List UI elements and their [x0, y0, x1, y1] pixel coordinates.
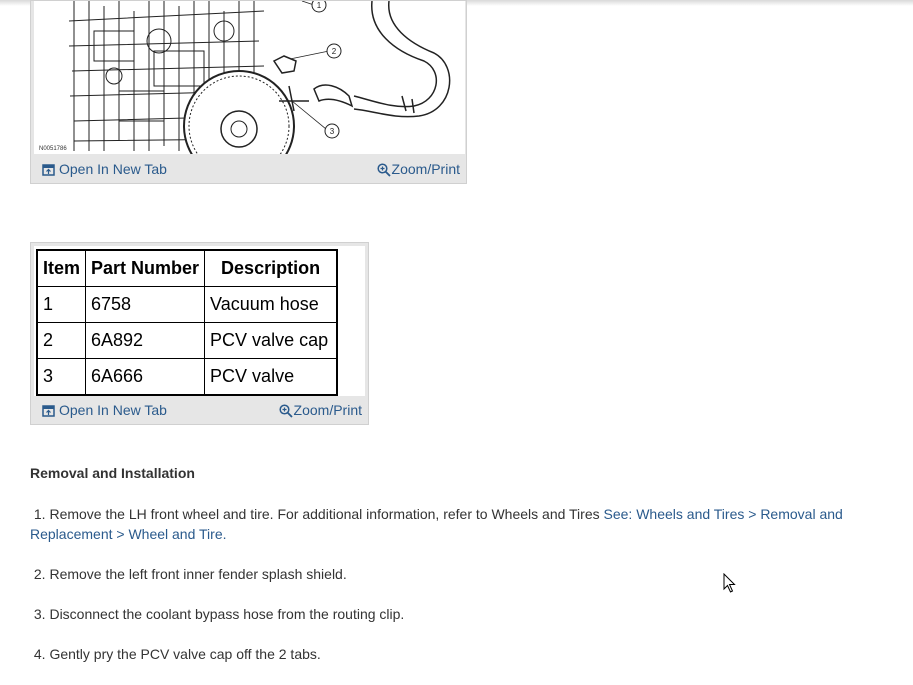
table-zoom-label: Zoom/Print — [293, 402, 362, 418]
cell-description: PCV valve cap — [204, 322, 338, 359]
cell-part-number: 6758 — [85, 286, 206, 323]
figure-open-new-tab-link[interactable]: Open In New Tab — [42, 161, 167, 177]
header-item: Item — [36, 249, 87, 287]
header-part-number: Part Number — [85, 249, 206, 287]
table-open-label: Open In New Tab — [59, 402, 167, 418]
step-3: 3. Disconnect the coolant bypass hose fr… — [30, 604, 870, 624]
engine-diagram[interactable]: 1 2 3 N0051786 — [34, 1, 465, 154]
figure-code: N0051786 — [39, 146, 67, 152]
step-4-text: 4. Gently pry the PCV valve cap off the … — [33, 646, 321, 662]
parts-table-panel: Item Part Number Description 1 6758 Vacu… — [30, 242, 369, 425]
table-zoom-link[interactable]: Zoom/Print — [278, 402, 362, 418]
step-1-link-period: . — [222, 526, 227, 542]
table-row: 3 6A666 PCV valve — [36, 358, 338, 396]
open-new-tab-icon — [42, 405, 55, 418]
figure-zoom-label: Zoom/Print — [391, 161, 460, 177]
table-row: 2 6A892 PCV valve cap — [36, 322, 338, 359]
step-3-text: 3. Disconnect the coolant bypass hose fr… — [33, 606, 405, 622]
table-open-new-tab-link[interactable]: Open In New Tab — [42, 402, 167, 418]
section-heading: Removal and Installation — [30, 465, 195, 481]
cell-part-number: 6A666 — [85, 358, 206, 396]
zoom-icon — [278, 404, 293, 418]
callout-1: 1 — [317, 1, 322, 10]
parts-table: Item Part Number Description 1 6758 Vacu… — [36, 249, 339, 396]
header-description: Description — [204, 249, 338, 287]
callout-2: 2 — [332, 47, 337, 56]
step-4: 4. Gently pry the PCV valve cap off the … — [30, 644, 870, 664]
cell-item: 3 — [36, 358, 87, 396]
figure-open-label: Open In New Tab — [59, 161, 167, 177]
step-1: 1. Remove the LH front wheel and tire. F… — [30, 504, 870, 544]
cell-item: 2 — [36, 322, 87, 359]
figure-toolbar: Open In New Tab Zoom/Print — [31, 155, 466, 183]
table-toolbar: Open In New Tab Zoom/Print — [31, 396, 368, 424]
figure-panel: 1 2 3 N0051786 Open In New Tab Zoom/Prin… — [30, 0, 467, 184]
zoom-icon — [376, 163, 391, 177]
open-new-tab-icon — [42, 164, 55, 177]
figure-zoom-link[interactable]: Zoom/Print — [376, 161, 460, 177]
engine-illustration: 1 2 3 — [68, 1, 451, 154]
parts-table-area: Item Part Number Description 1 6758 Vacu… — [34, 246, 365, 396]
step-1-text: 1. Remove the LH front wheel and tire. F… — [33, 506, 604, 522]
cell-part-number: 6A892 — [85, 322, 206, 359]
table-row: 1 6758 Vacuum hose — [36, 286, 338, 323]
cell-description: Vacuum hose — [204, 286, 338, 323]
callout-3: 3 — [330, 127, 335, 136]
cell-item: 1 — [36, 286, 87, 323]
cell-description: PCV valve — [204, 358, 338, 396]
step-2: 2. Remove the left front inner fender sp… — [30, 564, 870, 584]
mouse-pointer-icon — [723, 573, 736, 593]
table-header-row: Item Part Number Description — [36, 249, 338, 287]
step-2-text: 2. Remove the left front inner fender sp… — [33, 566, 347, 582]
